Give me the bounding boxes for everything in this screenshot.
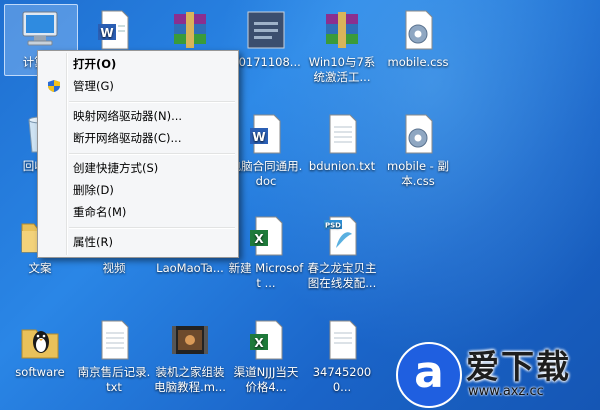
menu-item-label: 断开网络驱动器(C)... xyxy=(73,131,182,145)
menu-item-label: 管理(G) xyxy=(73,79,114,93)
watermark-logo: a xyxy=(396,342,462,408)
desktop-icon-label: software xyxy=(15,365,65,379)
menu-separator xyxy=(69,101,235,103)
app-icon xyxy=(21,329,59,359)
desktop-icon-software[interactable]: software xyxy=(2,318,78,380)
menu-item-disconnect-drive[interactable]: 断开网络驱动器(C)... xyxy=(40,128,236,148)
desktop-icon-label: 347452000... xyxy=(312,365,372,394)
shield-icon xyxy=(48,80,60,92)
word-document-icon: W xyxy=(250,114,281,154)
desktop-icon-rar-1[interactable] xyxy=(152,8,228,55)
desktop-icon-label: 新建 Microsoft ... xyxy=(228,261,304,290)
menu-item-rename[interactable]: 重命名(M) xyxy=(40,202,236,222)
desktop-icon-mobile-css[interactable]: mobile.css xyxy=(380,8,456,70)
desktop-icon-label: 装机之家组装电脑教程.m... xyxy=(154,365,226,394)
desktop-icon-contract-doc[interactable]: W 电脑合同通用.doc xyxy=(228,112,304,189)
desktop-icon-label: Win10与7系统激活工... xyxy=(308,55,376,84)
rar-archive-icon xyxy=(326,12,358,48)
svg-text:PSD: PSD xyxy=(325,222,341,230)
svg-text:X: X xyxy=(254,232,264,246)
menu-item-map-drive[interactable]: 映射网络驱动器(N)... xyxy=(40,106,236,126)
rar-archive-icon xyxy=(174,12,206,48)
excel-file-icon: X xyxy=(250,320,283,360)
css-file-icon xyxy=(405,114,433,154)
desktop-icon-label: bdunion.txt xyxy=(308,159,376,173)
desktop-icon-label: 春之龙宝贝主图在线发配... xyxy=(307,261,377,290)
desktop-icon-label: 电脑合同通用.doc xyxy=(229,159,303,188)
menu-item-label: 重命名(M) xyxy=(73,205,127,219)
desktop-icon-mobile-copy-css[interactable]: mobile - 副本.css xyxy=(380,112,456,189)
menu-item-create-shortcut[interactable]: 创建快捷方式(S) xyxy=(40,158,236,178)
image-thumbnail-icon xyxy=(247,11,285,49)
desktop-icon-price-excel[interactable]: X 渠道NJJJ当天价格4... xyxy=(228,318,304,395)
computer-icon xyxy=(22,11,58,46)
menu-item-label: 创建快捷方式(S) xyxy=(73,161,159,175)
psd-file-icon: PSD xyxy=(324,216,357,256)
menu-item-manage[interactable]: 管理(G) xyxy=(40,76,236,96)
watermark-url: www.axz.cc xyxy=(468,384,544,399)
desktop-icon-new-excel[interactable]: X 新建 Microsoft ... xyxy=(228,214,304,291)
watermark-brand: 爱下载 xyxy=(466,347,571,386)
svg-text:X: X xyxy=(254,336,264,350)
watermark: a 爱下载 www.axz.cc xyxy=(390,330,600,410)
menu-item-label: 属性(R) xyxy=(73,235,113,249)
css-file-icon xyxy=(405,10,433,50)
text-file-icon xyxy=(101,320,129,360)
desktop-icon-rar-2[interactable]: Win10与7系统激活工... xyxy=(304,8,380,85)
desktop-icon-label: 渠道NJJJ当天价格4... xyxy=(233,365,299,394)
desktop-icon-label: 南京售后记录.txt xyxy=(77,365,151,394)
desktop-icon-label: mobile.css xyxy=(387,55,449,69)
desktop-icon-nanjing-txt[interactable]: 南京售后记录.txt xyxy=(76,318,152,395)
desktop-icon-label: mobile - 副本.css xyxy=(387,159,449,188)
desktop-icon-label: 视频 xyxy=(102,261,126,275)
menu-item-open[interactable]: 打开(O) xyxy=(40,54,236,74)
menu-item-delete[interactable]: 删除(D) xyxy=(40,180,236,200)
excel-file-icon: X xyxy=(250,216,283,256)
desktop-icon-label: LaoMaoTa... xyxy=(156,261,224,275)
desktop-icon-psd[interactable]: PSD 春之龙宝贝主图在线发配... xyxy=(304,214,380,291)
context-menu: 打开(O) 管理(G) 映射网络驱动器(N)... 断开网络驱动器(C)... … xyxy=(37,50,239,258)
text-file-icon xyxy=(329,114,357,154)
video-file-icon xyxy=(172,326,208,354)
word-document-icon: W xyxy=(98,10,129,50)
desktop-icon-bdunion-txt[interactable]: bdunion.txt xyxy=(304,112,380,174)
menu-separator xyxy=(69,227,235,229)
desktop-icon-label: 文案 xyxy=(28,261,52,275)
desktop-icon-number-txt[interactable]: 347452000... xyxy=(304,318,380,395)
desktop-icon-video-tutorial[interactable]: 装机之家组装电脑教程.m... xyxy=(152,318,228,395)
menu-item-label: 映射网络驱动器(N)... xyxy=(73,109,183,123)
text-file-icon xyxy=(329,320,357,360)
svg-text:W: W xyxy=(252,130,265,144)
desktop-icon-image[interactable]: 20171108... xyxy=(228,8,304,70)
menu-separator xyxy=(69,153,235,155)
svg-text:W: W xyxy=(100,26,113,40)
menu-item-label: 删除(D) xyxy=(73,183,114,197)
menu-item-label: 打开(O) xyxy=(73,57,117,71)
desktop-icon-label: 20171108... xyxy=(231,55,301,69)
desktop-icon-word-doc[interactable]: W xyxy=(76,8,152,55)
menu-item-properties[interactable]: 属性(R) xyxy=(40,232,236,252)
